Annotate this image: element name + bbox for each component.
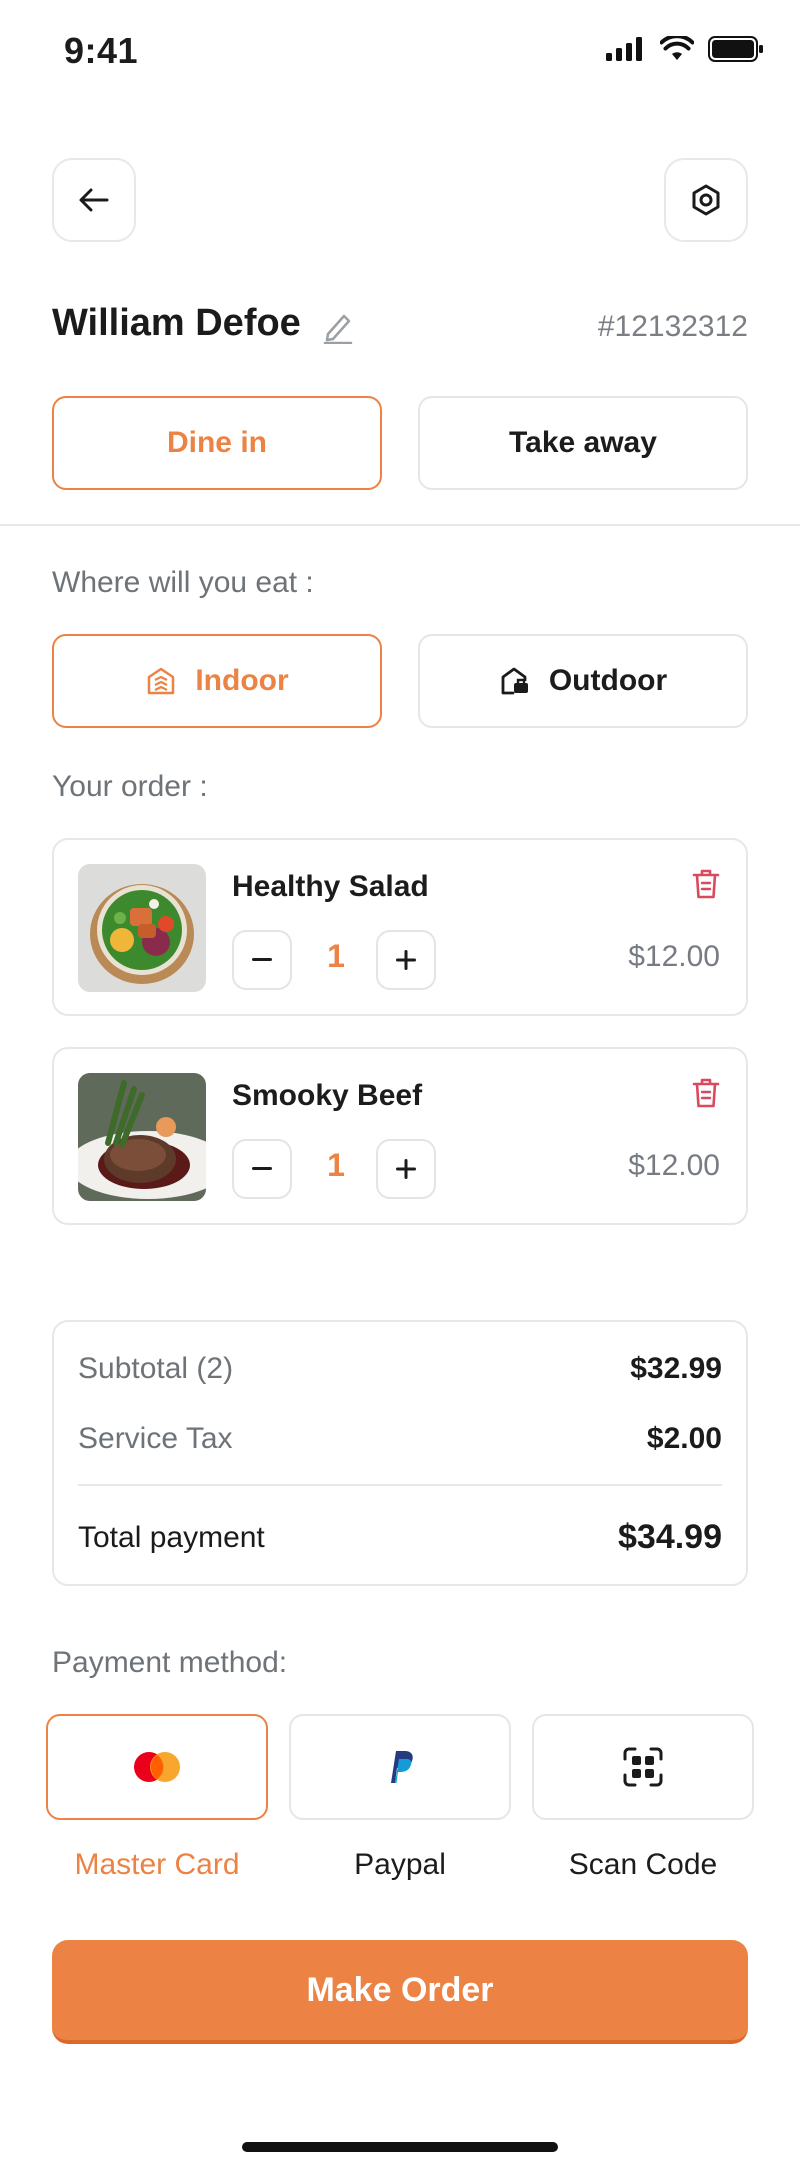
subtotal-row: Subtotal (2) $32.99 (78, 1352, 722, 1386)
subtotal-value: $32.99 (630, 1352, 722, 1385)
pencil-icon (323, 314, 353, 345)
outdoor-house-icon (501, 667, 528, 695)
edit-name-button[interactable] (322, 310, 354, 349)
scan-code-icon (623, 1747, 663, 1787)
plus-icon (396, 1159, 416, 1179)
customer-name: William Defoe (52, 302, 301, 344)
total-row: Total payment $34.99 (78, 1518, 722, 1557)
summary-divider (78, 1484, 722, 1486)
order-item-card: Smooky Beef 1 $12.00 (52, 1047, 748, 1225)
settings-icon (692, 184, 720, 216)
total-label: Total payment (78, 1520, 265, 1554)
paypal-icon (391, 1751, 413, 1783)
beef-image (78, 1073, 206, 1201)
item-quantity: 1 (327, 938, 345, 974)
wifi-icon (660, 36, 694, 60)
item-price: $12.00 (628, 1149, 720, 1182)
delete-item-button[interactable] (692, 868, 720, 905)
home-indicator (242, 2142, 558, 2152)
subtotal-label: Subtotal (2) (78, 1352, 234, 1385)
scan-code-option[interactable] (532, 1714, 754, 1820)
payment-label: Payment method: (52, 1646, 288, 1679)
order-id: #12132312 (597, 310, 748, 343)
outdoor-label: Outdoor (548, 664, 668, 697)
order-label: Your order : (52, 770, 208, 803)
scan-code-label: Scan Code (568, 1848, 718, 1881)
tax-row: Service Tax $2.00 (78, 1422, 722, 1456)
make-order-button[interactable]: Make Order (52, 1940, 748, 2044)
signal-icon (606, 37, 642, 61)
paypal-label: Paypal (354, 1848, 446, 1881)
indoor-building-icon (148, 667, 175, 695)
battery-icon (708, 36, 763, 62)
take-away-label: Take away (509, 426, 657, 459)
minus-icon (252, 958, 272, 961)
trash-icon (692, 869, 720, 899)
order-item-card: Healthy Salad 1 $12.00 (52, 838, 748, 1016)
salad-image (78, 864, 206, 992)
tax-label: Service Tax (78, 1422, 233, 1455)
increase-qty-button[interactable] (376, 930, 436, 990)
outdoor-button[interactable]: Outdoor (418, 634, 748, 728)
item-quantity: 1 (327, 1147, 345, 1183)
dine-in-button[interactable]: Dine in (52, 396, 382, 490)
mastercard-option[interactable] (46, 1714, 268, 1820)
item-price: $12.00 (628, 940, 720, 973)
indoor-label: Indoor (195, 664, 289, 697)
item-name: Smooky Beef (232, 1079, 423, 1112)
take-away-button[interactable]: Take away (418, 396, 748, 490)
section-divider (0, 524, 800, 526)
status-icons (606, 36, 764, 62)
delete-item-button[interactable] (692, 1077, 720, 1114)
order-summary: Subtotal (2) $32.99 Service Tax $2.00 To… (52, 1320, 748, 1586)
tax-value: $2.00 (646, 1422, 722, 1455)
mastercard-label: Master Card (74, 1848, 240, 1881)
decrease-qty-button[interactable] (232, 1139, 292, 1199)
seating-label: Where will you eat : (52, 566, 314, 599)
mastercard-icon (134, 1752, 180, 1782)
arrow-left-icon (79, 188, 109, 212)
dine-in-label: Dine in (166, 426, 267, 459)
plus-icon (396, 950, 416, 970)
minus-icon (252, 1167, 272, 1170)
indoor-button[interactable]: Indoor (52, 634, 382, 728)
item-name: Healthy Salad (232, 870, 429, 903)
total-value: $34.99 (618, 1518, 722, 1556)
status-time: 9:41 (64, 30, 139, 71)
decrease-qty-button[interactable] (232, 930, 292, 990)
increase-qty-button[interactable] (376, 1139, 436, 1199)
trash-icon (692, 1078, 720, 1108)
back-button[interactable] (52, 158, 136, 242)
paypal-option[interactable] (289, 1714, 511, 1820)
settings-button[interactable] (664, 158, 748, 242)
